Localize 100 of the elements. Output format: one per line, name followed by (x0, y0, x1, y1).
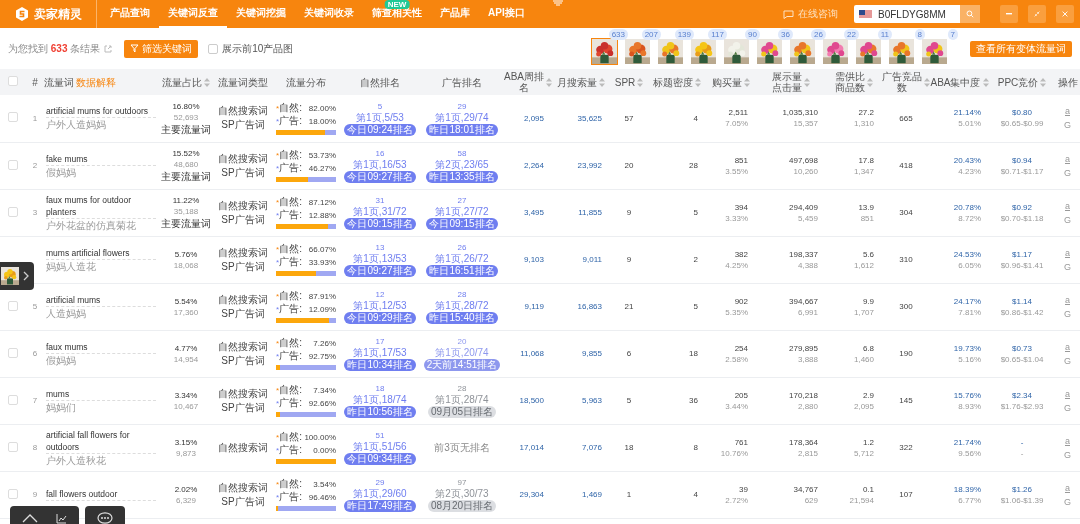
google-link[interactable]: G (1057, 118, 1078, 133)
search-field[interactable]: B0FLDYG8MM (854, 5, 960, 23)
row-checkbox[interactable] (8, 347, 18, 358)
keyword-link[interactable]: artificial mums (46, 293, 156, 307)
amazon-link[interactable]: a (1057, 480, 1078, 495)
nav-tab[interactable]: API接口 (479, 0, 534, 28)
row-checkbox[interactable] (8, 488, 18, 499)
traffic-split-bar (276, 129, 336, 135)
sort-icon[interactable] (637, 77, 644, 87)
row-checkbox[interactable] (8, 206, 18, 217)
traffic-share: 5.76% (173, 248, 199, 260)
rank-page: 第1页,51/56 (353, 441, 407, 453)
keyword-link[interactable]: mums artificial flowers (46, 246, 156, 260)
sort-icon[interactable] (804, 77, 810, 87)
sort-icon[interactable] (867, 77, 873, 87)
arrow-up-icon[interactable] (22, 513, 38, 523)
purchase-rate: 4.25% (724, 259, 748, 271)
keyword-link[interactable]: faux mums for outdoor planters (46, 193, 156, 219)
keyword-link[interactable]: faux mums (46, 340, 156, 354)
image-side-tab[interactable] (0, 262, 34, 290)
sort-icon[interactable] (1040, 77, 1047, 87)
row-checkbox[interactable] (8, 159, 18, 170)
chat-icon[interactable] (783, 9, 794, 19)
product-thumbnail[interactable] (624, 38, 651, 65)
google-link[interactable]: G (1057, 306, 1078, 321)
sort-icon[interactable] (204, 77, 210, 87)
google-link[interactable]: G (1057, 494, 1078, 509)
amazon-link[interactable]: a (1057, 198, 1078, 213)
close-button[interactable] (1056, 5, 1074, 23)
chat-panel-button[interactable] (85, 506, 125, 524)
google-link[interactable]: G (1057, 259, 1078, 274)
google-link[interactable]: G (1057, 212, 1078, 227)
row-checkbox[interactable] (8, 441, 18, 452)
sortable-column-header[interactable]: ABA周排名 (504, 71, 552, 93)
select-all-checkbox[interactable] (8, 76, 18, 86)
product-thumbnail[interactable] (855, 38, 882, 65)
data-explanation-link[interactable]: 数据解释 (76, 76, 116, 88)
show-images-checkbox[interactable] (208, 43, 219, 54)
ppc-bid: $0.73 (1011, 342, 1033, 354)
keyword-link[interactable]: artificial fall flowers for outdoors (46, 428, 156, 454)
minimize-button[interactable] (1000, 5, 1018, 23)
sort-icon[interactable] (599, 77, 605, 87)
view-variants-button[interactable]: 查看所有变体流量词 (970, 40, 1072, 57)
result-count: 为您找到 633 条结果 (8, 41, 101, 56)
amazon-link[interactable]: a (1057, 245, 1078, 260)
share-icon[interactable] (104, 44, 113, 53)
nav-tab[interactable]: 关键词挖掘 (227, 0, 295, 28)
nav-tab[interactable]: 产品库 (431, 0, 479, 28)
product-thumbnail[interactable] (591, 38, 618, 65)
row-checkbox[interactable] (8, 394, 18, 405)
row-checkbox[interactable] (8, 112, 18, 123)
amazon-link[interactable]: a (1057, 386, 1078, 401)
collapse-button[interactable] (1028, 5, 1046, 23)
nav-tab[interactable]: 产品查询 (101, 0, 159, 28)
organic-percent: 87.12% (308, 197, 336, 209)
purchases: 851 (733, 154, 748, 166)
ad-competitors: 310 (898, 254, 914, 265)
sort-icon[interactable] (695, 77, 701, 87)
nav-tab[interactable]: 关键词收录 (295, 0, 363, 28)
product-thumbnail[interactable] (921, 38, 948, 65)
organic-label: 自然: (279, 149, 302, 161)
count-badge: 7 (947, 29, 958, 40)
keyword-type: SP广告词 (220, 306, 266, 321)
nav-tab[interactable]: 筛查相关性 NEW (363, 0, 431, 28)
product-count: 1,347 (852, 165, 874, 177)
sort-icon[interactable] (744, 77, 750, 87)
filter-keywords-button[interactable]: 筛选关键词 (124, 39, 199, 58)
google-link[interactable]: G (1057, 165, 1078, 180)
amazon-link[interactable]: a (1057, 151, 1078, 166)
column-header: 流量词 (44, 76, 74, 88)
google-link[interactable]: G (1057, 447, 1078, 462)
nav-tab[interactable]: 关键词反查 (159, 0, 227, 28)
organic-label: 自然: (279, 431, 302, 443)
search-button[interactable] (960, 5, 980, 23)
keyword-link[interactable]: fake mums (46, 152, 156, 166)
sortable-column-header[interactable]: 广告竞品数 (882, 71, 930, 93)
impressions: 198,337 (788, 248, 818, 260)
product-thumbnail[interactable] (756, 38, 783, 65)
product-thumbnail[interactable] (888, 38, 915, 65)
menu-icon[interactable] (551, 0, 564, 6)
product-thumbnail[interactable] (723, 38, 750, 65)
amazon-link[interactable]: a (1057, 339, 1078, 354)
google-link[interactable]: G (1057, 400, 1078, 415)
product-thumbnail[interactable] (822, 38, 849, 65)
product-thumbnail[interactable] (789, 38, 816, 65)
rank-page: 第1页,5/53 (356, 111, 404, 124)
keyword-link[interactable]: fall flowers outdoor (46, 488, 156, 501)
amazon-link[interactable]: a (1057, 292, 1078, 307)
online-consult-link[interactable]: 在线咨询 (798, 7, 838, 21)
keyword-link[interactable]: mums (46, 387, 156, 401)
product-thumbnail[interactable] (657, 38, 684, 65)
product-thumbnail[interactable] (690, 38, 717, 65)
amazon-link[interactable]: a (1057, 104, 1078, 119)
keyword-link[interactable]: artificial mums for outdoors (46, 105, 156, 119)
google-link[interactable]: G (1057, 353, 1078, 368)
bullet-mark: * (276, 339, 280, 350)
row-checkbox[interactable] (8, 300, 18, 311)
line-chart-icon[interactable] (56, 512, 67, 524)
amazon-link[interactable]: a (1057, 433, 1078, 448)
ppc-range: $0.65-$1.04 (999, 353, 1045, 365)
